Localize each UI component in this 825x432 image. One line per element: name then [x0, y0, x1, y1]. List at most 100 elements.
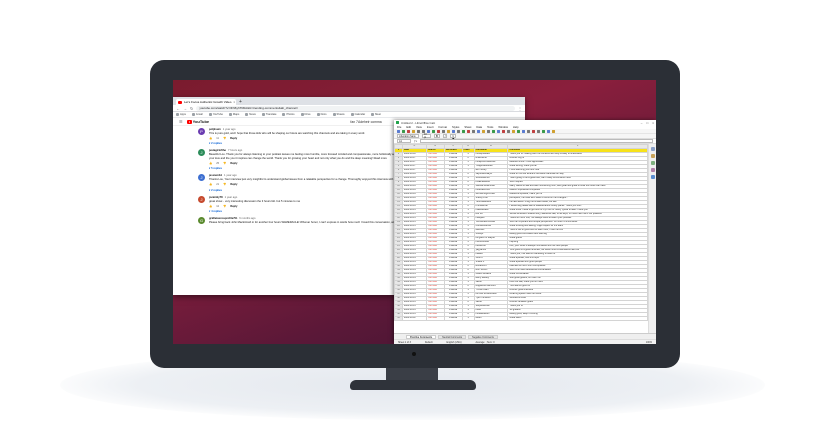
sort-icon[interactable]	[482, 129, 485, 133]
split-icon[interactable]	[547, 129, 550, 133]
bookmark-item[interactable]: Docs	[316, 113, 327, 116]
undo-icon[interactable]	[452, 129, 455, 133]
sort-asc-icon[interactable]	[487, 129, 490, 133]
name-box[interactable]: A1	[397, 139, 411, 143]
bookmark-item[interactable]: Sheets	[332, 113, 345, 116]
comment-icon[interactable]	[527, 129, 530, 133]
row-icon[interactable]	[472, 129, 475, 133]
table-cell[interactable]: 1	[461, 316, 475, 321]
bookmark-item[interactable]: Apps	[176, 113, 186, 116]
menu-item[interactable]: Window	[498, 126, 508, 129]
reply-button[interactable]: Reply	[230, 162, 237, 165]
column-icon[interactable]	[477, 129, 480, 133]
sort-desc-icon[interactable]	[492, 129, 495, 133]
show-draw-icon[interactable]	[552, 129, 555, 133]
special-char-icon[interactable]	[517, 129, 520, 133]
header-icon[interactable]	[532, 129, 535, 133]
menu-item[interactable]: Styles	[452, 126, 459, 129]
menu-item[interactable]: Edit	[406, 126, 411, 129]
table-cell[interactable]: Great listen	[507, 316, 648, 321]
hamburger-menu-icon[interactable]: ☰	[179, 119, 183, 124]
sheet-tab[interactable]: Positive Comments	[406, 334, 437, 339]
redo-icon[interactable]	[457, 129, 460, 133]
hyperlink-icon[interactable]	[522, 129, 525, 133]
zoom-level[interactable]: 100%	[646, 341, 652, 344]
menu-item[interactable]: File	[397, 126, 401, 129]
menu-item[interactable]: Sheet	[464, 126, 471, 129]
table-cell[interactable]: Positive	[443, 316, 463, 321]
formula-input[interactable]	[420, 139, 653, 143]
avatar[interactable]: J	[198, 174, 205, 182]
avatar[interactable]: G	[198, 217, 205, 225]
reply-button[interactable]: Reply	[230, 137, 237, 140]
avatar[interactable]: P	[198, 128, 205, 135]
image-icon[interactable]	[502, 129, 505, 133]
reload-icon[interactable]: ↻	[190, 106, 193, 111]
close-window-icon[interactable]: ×	[652, 121, 654, 125]
spreadsheet-grid[interactable]: ABCDEF 1 Date Source Sentiment Likes Username…	[394, 144, 648, 333]
find-icon[interactable]	[462, 129, 465, 133]
sheet-tab[interactable]: Negative Comments	[468, 334, 498, 339]
dislike-icon[interactable]: 👎	[223, 205, 226, 208]
new-icon[interactable]	[397, 129, 400, 133]
navigator-icon[interactable]	[650, 168, 655, 172]
autofilter-icon[interactable]	[497, 129, 500, 133]
bookmark-item[interactable]: News	[245, 113, 256, 116]
menu-item[interactable]: Tools	[487, 126, 493, 129]
clear-icon[interactable]	[447, 129, 450, 133]
menu-item[interactable]: Format	[439, 126, 448, 129]
print-icon[interactable]	[417, 129, 420, 133]
like-icon[interactable]: 👍	[209, 162, 212, 165]
like-icon[interactable]: 👍	[209, 137, 212, 140]
bookmark-item[interactable]: Translate	[261, 113, 276, 116]
avatar[interactable]: J	[198, 195, 205, 203]
forward-icon[interactable]: →	[183, 106, 187, 111]
copy-icon[interactable]	[432, 129, 435, 133]
bookmark-item[interactable]: Meet	[371, 113, 381, 116]
gallery-icon[interactable]	[650, 161, 655, 165]
freeze-icon[interactable]	[542, 129, 545, 133]
dislike-icon[interactable]: 👎	[223, 137, 226, 140]
bookmark-item[interactable]: YouTube	[208, 113, 223, 116]
bookmark-item[interactable]: Drive	[300, 113, 311, 116]
menu-item[interactable]: View	[416, 126, 422, 129]
url-input[interactable]: youtube.com/watch?v=lFN6yhTRltA&lc=trend…	[196, 105, 515, 111]
menu-item[interactable]: Insert	[427, 126, 434, 129]
row-number[interactable]: 43	[394, 316, 403, 321]
minimize-icon[interactable]: –	[641, 121, 643, 125]
reply-button[interactable]: Reply	[230, 205, 237, 208]
maximize-icon[interactable]: □	[646, 121, 648, 125]
menu-item[interactable]: Help	[513, 126, 519, 129]
back-icon[interactable]: ←	[176, 106, 180, 111]
browser-tab[interactable]: Let's Focus Authentic Growth Video ×	[176, 99, 236, 105]
save-icon[interactable]	[407, 129, 410, 133]
like-icon[interactable]: 👍	[209, 183, 212, 186]
bookmark-item[interactable]: Maps	[228, 113, 239, 116]
bookmark-item[interactable]: Gmail	[191, 113, 203, 116]
spelling-icon[interactable]	[467, 129, 470, 133]
open-icon[interactable]	[402, 129, 405, 133]
clone-icon[interactable]	[442, 129, 445, 133]
font-name-box[interactable]: Liberation Sans	[397, 134, 419, 138]
underline-icon[interactable]: U	[450, 134, 457, 138]
avatar[interactable]: J	[198, 149, 205, 157]
reply-button[interactable]: Reply	[230, 183, 237, 186]
styles-icon[interactable]	[650, 154, 655, 158]
export-pdf-icon[interactable]	[412, 129, 415, 133]
functions-icon[interactable]	[650, 175, 655, 179]
like-icon[interactable]: 👍	[209, 205, 212, 208]
dislike-icon[interactable]: 👎	[223, 162, 226, 165]
table-cell[interactable]: 2022-10-12	[401, 316, 427, 321]
dislike-icon[interactable]: 👎	[223, 183, 226, 186]
new-tab-icon[interactable]: +	[236, 99, 245, 105]
close-tab-icon[interactable]: ×	[233, 100, 235, 104]
pivot-icon[interactable]	[512, 129, 515, 133]
paste-icon[interactable]	[437, 129, 440, 133]
youtube-logo[interactable]: YouTube	[186, 119, 209, 124]
chart-icon[interactable]	[507, 129, 510, 133]
menu-item[interactable]: Data	[476, 126, 482, 129]
define-print-icon[interactable]	[537, 129, 540, 133]
bookmark-item[interactable]: Photos	[282, 113, 295, 116]
bold-icon[interactable]: B	[434, 134, 440, 138]
bookmark-item[interactable]: Calendar	[350, 113, 365, 116]
